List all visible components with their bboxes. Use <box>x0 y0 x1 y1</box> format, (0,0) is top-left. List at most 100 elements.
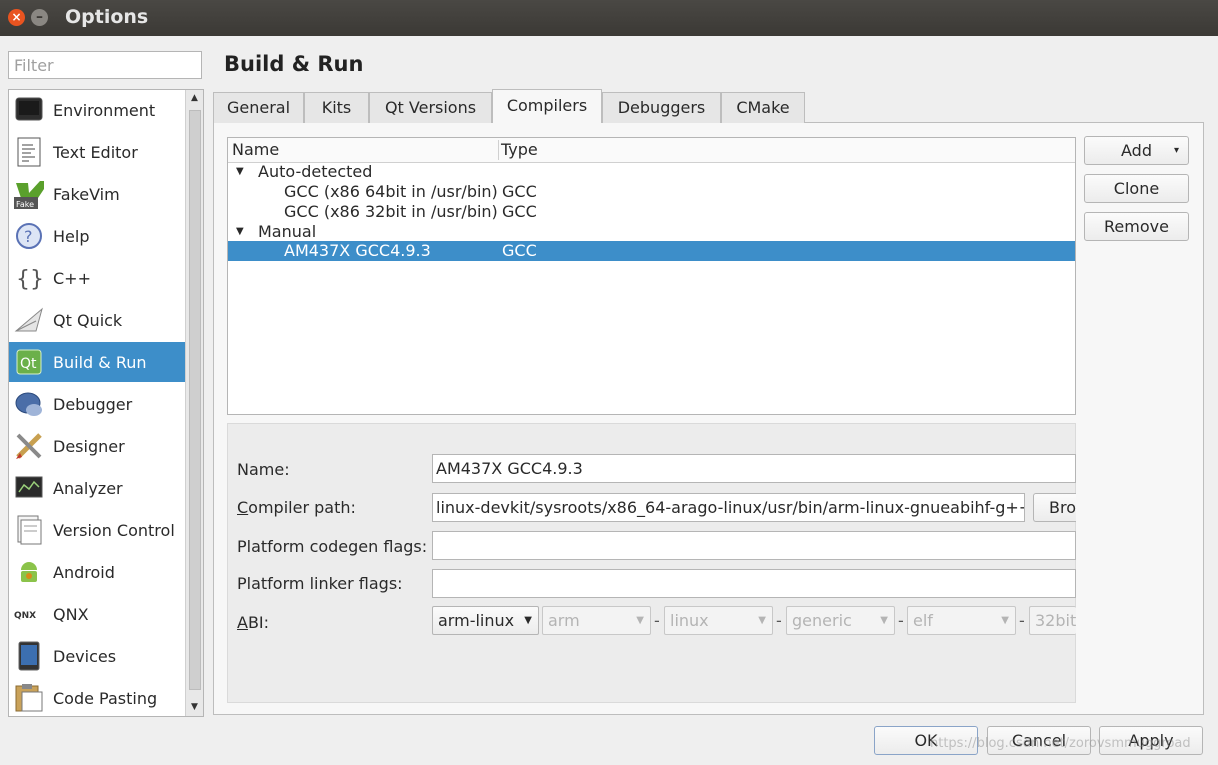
braces-icon: {} <box>13 262 45 294</box>
tree-cell-name: AM437X GCC4.9.3 <box>284 241 431 260</box>
abi-separator: - <box>776 611 782 630</box>
sidebar-item-code-pasting[interactable]: Code Pasting <box>9 678 185 716</box>
sidebar-item-label: C++ <box>53 268 91 288</box>
svg-text:?: ? <box>24 227 33 246</box>
page-title: Build & Run <box>224 52 364 76</box>
abi-separator: - <box>898 611 904 630</box>
tree-row[interactable]: GCC (x86 32bit in /usr/bin) GCC <box>228 202 1075 222</box>
sidebar-item-label: Devices <box>53 646 117 666</box>
sidebar-item-fakevim[interactable]: Fake FakeVim <box>9 174 185 214</box>
svg-text:{}: {} <box>16 267 43 292</box>
sidebar-item-cpp[interactable]: {} C++ <box>9 258 185 298</box>
sidebar-item-label: Code Pasting <box>53 688 158 708</box>
mnemonic-letter: A <box>237 613 248 632</box>
sidebar-item-label: Text Editor <box>53 142 138 162</box>
tree-row-selected[interactable]: AM437X GCC4.9.3 GCC <box>228 241 1075 261</box>
abi-width-select[interactable]: 32bit <box>1029 606 1076 635</box>
tree-cell-name: GCC (x86 64bit in /usr/bin) <box>284 182 498 201</box>
abi-os-select[interactable]: linux ▼ <box>664 606 773 635</box>
sidebar-item-designer[interactable]: Designer <box>9 426 185 466</box>
column-header-name[interactable]: Name <box>232 140 279 159</box>
tab-kits[interactable]: Kits <box>304 92 369 123</box>
sidebar-item-label: Help <box>53 226 90 246</box>
tab-cmake[interactable]: CMake <box>721 92 805 123</box>
tree-cell-type: GCC <box>502 202 537 221</box>
tree-group-auto-detected[interactable]: ▼ Auto-detected <box>228 162 1075 182</box>
abi-select-value: arm-linux <box>438 611 515 630</box>
options-category-list[interactable]: Environment Text Editor Fake FakeVim ? H… <box>8 89 204 717</box>
tree-cell-name: GCC (x86 32bit in /usr/bin) <box>284 202 498 221</box>
compiler-tree[interactable]: Name Type ▼ Auto-detected GCC (x86 64bit… <box>227 137 1076 415</box>
bug-icon <box>13 388 45 420</box>
watermark-text: https://blog.csdn.net/zorovsmmuggroad <box>930 736 1191 751</box>
abi-separator: - <box>1019 611 1025 630</box>
sidebar-item-help[interactable]: ? Help <box>9 216 185 256</box>
abi-format-value: elf <box>913 611 933 630</box>
tree-group-label: Auto-detected <box>258 162 373 181</box>
tab-general[interactable]: General <box>213 92 304 123</box>
tree-group-manual[interactable]: ▼ Manual <box>228 222 1075 242</box>
scrollbar-thumb[interactable] <box>189 110 201 690</box>
abi-architecture-value: arm <box>548 611 580 630</box>
expand-arrow-icon[interactable]: ▼ <box>236 162 244 182</box>
qnx-logo-icon: QNX <box>13 598 45 630</box>
mnemonic-letter: C <box>237 498 249 517</box>
tab-qt-versions[interactable]: Qt Versions <box>369 92 492 123</box>
designer-icon <box>13 430 45 462</box>
dropdown-arrow-icon: ▾ <box>1173 145 1179 156</box>
scroll-down-arrow-icon[interactable]: ▼ <box>186 699 203 716</box>
android-icon <box>13 556 45 588</box>
sidebar-item-label: Qt Quick <box>53 310 123 330</box>
abi-width-value: 32bit <box>1035 611 1076 630</box>
dropdown-arrow-icon: ▼ <box>636 615 644 626</box>
clone-button[interactable]: Clone <box>1084 174 1189 203</box>
tree-row[interactable]: GCC (x86 64bit in /usr/bin) GCC <box>228 182 1075 202</box>
abi-select[interactable]: arm-linux ▼ <box>432 606 539 635</box>
dropdown-arrow-icon: ▼ <box>758 615 766 626</box>
sidebar-item-qnx[interactable]: QNX QNX <box>9 594 185 634</box>
platform-codegen-flags-label: Platform codegen flags: <box>237 537 428 556</box>
sidebar-item-label: Android <box>53 562 115 582</box>
abi-flavor-select[interactable]: generic ▼ <box>786 606 895 635</box>
scroll-up-arrow-icon[interactable]: ▲ <box>186 90 203 107</box>
svg-text:Fake: Fake <box>16 200 34 209</box>
sidebar-item-android[interactable]: Android <box>9 552 185 592</box>
compiler-path-field[interactable]: linux-devkit/sysroots/x86_64-arago-linux… <box>432 493 1025 522</box>
column-header-type[interactable]: Type <box>501 140 538 159</box>
sidebar-item-environment[interactable]: Environment <box>9 90 185 130</box>
add-button[interactable]: Add ▾ <box>1084 136 1189 165</box>
qt-build-icon: Qt <box>13 346 45 378</box>
expand-arrow-icon[interactable]: ▼ <box>236 222 244 242</box>
platform-linker-flags-field[interactable] <box>432 569 1076 598</box>
sidebar-item-build-run[interactable]: Qt Build & Run <box>9 342 185 382</box>
sidebar-item-qt-quick[interactable]: Qt Quick <box>9 300 185 340</box>
browse-button[interactable]: Bro <box>1033 493 1076 522</box>
label-text: ompiler path: <box>248 498 356 517</box>
tab-compilers[interactable]: Compilers <box>492 89 602 123</box>
name-field[interactable]: AM437X GCC4.9.3 <box>432 454 1076 483</box>
sidebar-scrollbar[interactable]: ▲ ▼ <box>185 90 203 716</box>
tab-debuggers[interactable]: Debuggers <box>602 92 721 123</box>
sidebar-item-analyzer[interactable]: Analyzer <box>9 468 185 508</box>
platform-codegen-flags-field[interactable] <box>432 531 1076 560</box>
sidebar-item-text-editor[interactable]: Text Editor <box>9 132 185 172</box>
name-label: Name: <box>237 460 290 479</box>
fakevim-icon: Fake <box>13 178 45 210</box>
dropdown-arrow-icon: ▼ <box>1001 615 1009 626</box>
abi-os-value: linux <box>670 611 709 630</box>
close-window-button[interactable]: × <box>8 9 25 26</box>
abi-label: ABI: <box>237 613 269 632</box>
filter-input[interactable] <box>8 51 202 79</box>
tree-cell-type: GCC <box>502 241 537 260</box>
sidebar-item-label: Analyzer <box>53 478 123 498</box>
sidebar-item-debugger[interactable]: Debugger <box>9 384 185 424</box>
sidebar-item-devices[interactable]: Devices <box>9 636 185 676</box>
sidebar-item-label: FakeVim <box>53 184 120 204</box>
abi-format-select[interactable]: elf ▼ <box>907 606 1016 635</box>
sidebar-item-label: Version Control <box>53 520 175 540</box>
minimize-window-button[interactable]: – <box>31 9 48 26</box>
svg-text:QNX: QNX <box>14 611 36 621</box>
abi-architecture-select[interactable]: arm ▼ <box>542 606 651 635</box>
remove-button[interactable]: Remove <box>1084 212 1189 241</box>
sidebar-item-version-control[interactable]: Version Control <box>9 510 185 550</box>
